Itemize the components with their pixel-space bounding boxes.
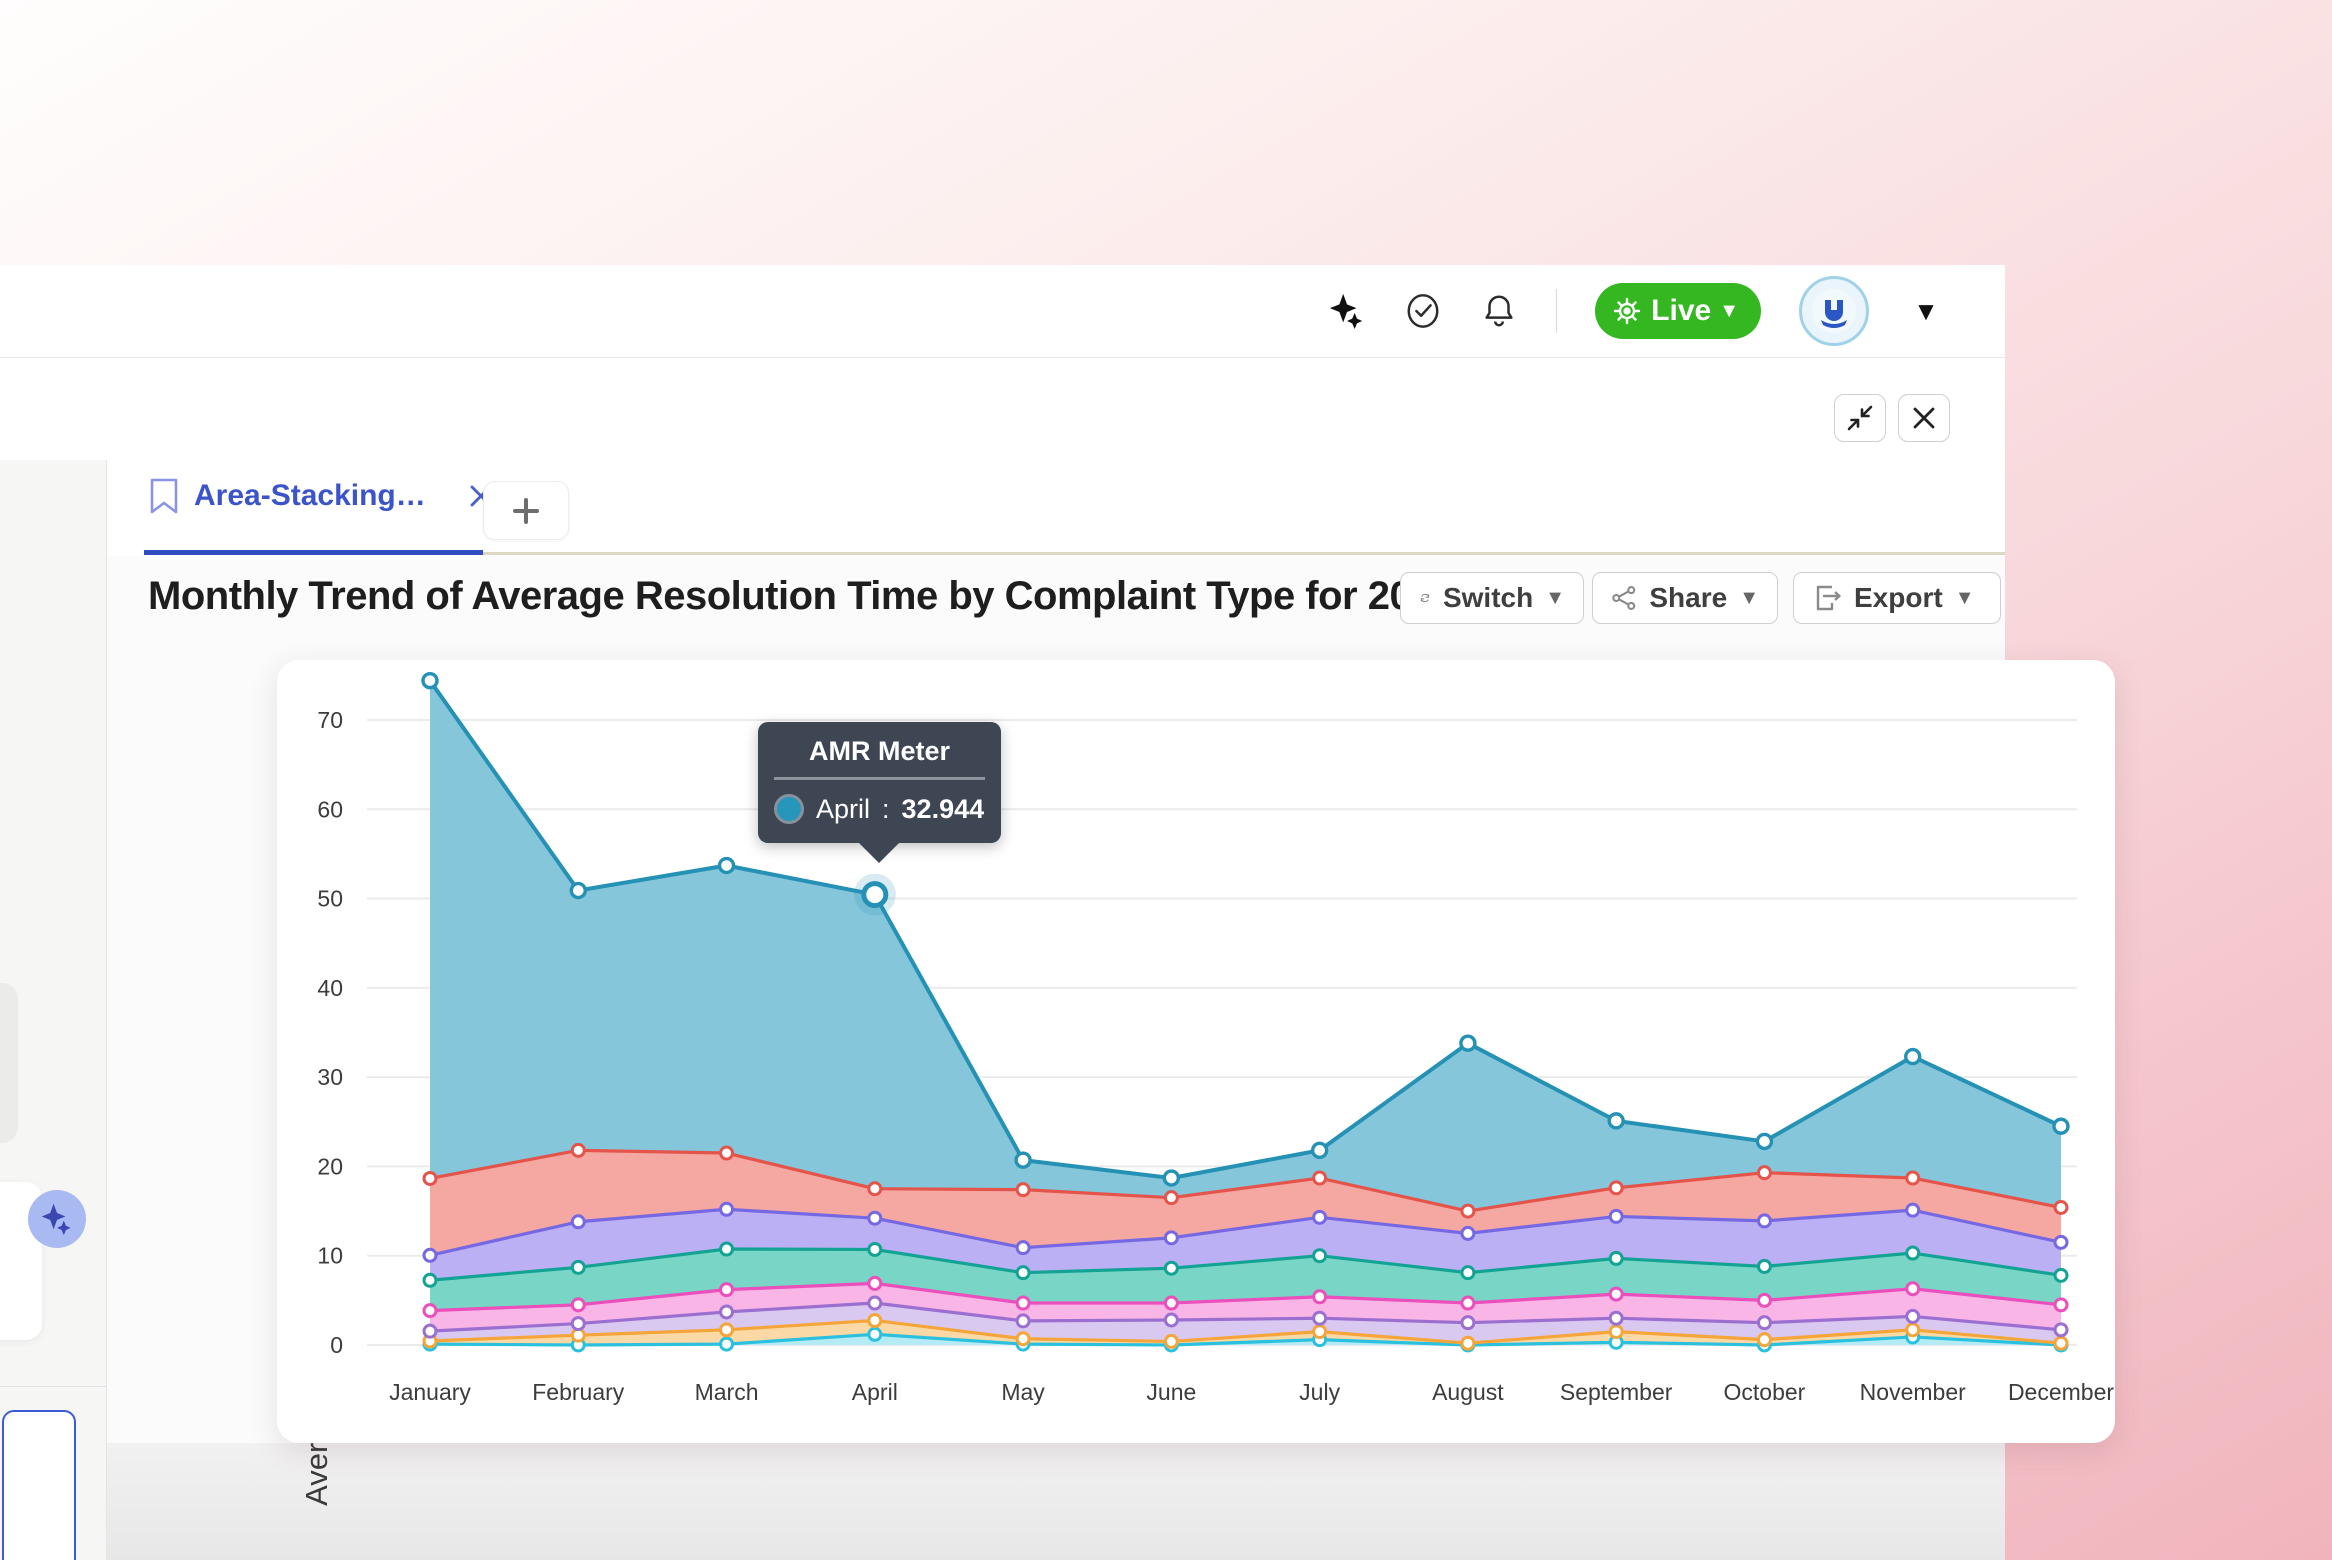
- svg-text:0: 0: [330, 1332, 343, 1358]
- account-caret-icon[interactable]: ▼: [1907, 292, 1945, 330]
- chart-card: 0 10 20 30 40 50 60 70 January February March April…: [277, 660, 2115, 1443]
- sidebar-collapsed-card: [0, 983, 18, 1143]
- svg-text:70: 70: [317, 707, 343, 733]
- chevron-down-icon: ▼: [1955, 587, 1975, 610]
- svg-text:20: 20: [317, 1153, 343, 1179]
- svg-text:July: July: [1299, 1379, 1340, 1405]
- svg-text:October: October: [1724, 1379, 1806, 1405]
- svg-text:50: 50: [317, 886, 343, 912]
- switch-label: Switch: [1443, 582, 1533, 614]
- tooltip-divider: [774, 777, 985, 780]
- chevron-down-icon: ▼: [1719, 300, 1739, 323]
- panel-header-bar: [0, 358, 2005, 461]
- switch-icon: [1419, 583, 1431, 613]
- svg-text:February: February: [532, 1379, 625, 1405]
- bookmark-icon: [148, 478, 180, 514]
- export-button[interactable]: Export ▼: [1793, 572, 2001, 624]
- share-button[interactable]: Share ▼: [1592, 572, 1778, 624]
- tabstrip-border: [483, 552, 2005, 555]
- tooltip-value: 32.944: [902, 794, 985, 825]
- screen: Live ▼ ▼: [0, 0, 2332, 1560]
- tab-label: Area-Stacking…: [194, 479, 426, 513]
- svg-text:May: May: [1001, 1379, 1045, 1405]
- svg-text:January: January: [389, 1379, 471, 1405]
- active-tab-underline: [144, 550, 483, 555]
- tab-strip: Area-Stacking…: [107, 460, 2005, 556]
- svg-text:April: April: [852, 1379, 898, 1405]
- svg-text:10: 10: [317, 1243, 343, 1269]
- plus-icon: [511, 496, 541, 526]
- svg-text:September: September: [1560, 1379, 1673, 1405]
- ai-sparkle-icon[interactable]: [1328, 292, 1366, 330]
- tooltip-x-label: April: [816, 794, 870, 825]
- add-tab-button[interactable]: [483, 481, 569, 540]
- svg-text:August: August: [1432, 1379, 1504, 1405]
- ai-sparkle-fab[interactable]: [28, 1190, 86, 1248]
- export-icon: [1812, 583, 1842, 613]
- svg-text:30: 30: [317, 1064, 343, 1090]
- live-button[interactable]: Live ▼: [1595, 283, 1761, 339]
- close-button[interactable]: [1898, 394, 1950, 442]
- lower-background-band: [107, 1443, 2005, 1560]
- gear-icon: [1611, 295, 1643, 327]
- share-label: Share: [1649, 582, 1727, 614]
- svg-text:November: November: [1860, 1379, 1966, 1405]
- header-divider: [1556, 289, 1557, 333]
- chart-tooltip: AMR Meter April : 32.944: [758, 722, 1001, 843]
- chat-input-box[interactable]: [2, 1410, 76, 1560]
- top-header-bar: Live ▼ ▼: [0, 265, 2005, 358]
- notifications-bell-icon[interactable]: [1480, 292, 1518, 330]
- svg-text:March: March: [695, 1379, 759, 1405]
- page-title: Monthly Trend of Average Resolution Time…: [148, 574, 1455, 619]
- collapse-button[interactable]: [1834, 394, 1886, 442]
- tab-area-stacking[interactable]: Area-Stacking…: [148, 478, 494, 514]
- stacked-area-chart[interactable]: 0 10 20 30 40 50 60 70 January February March April…: [277, 660, 2115, 1443]
- tooltip-series-title: AMR Meter: [758, 722, 1001, 767]
- chevron-down-icon: ▼: [1739, 587, 1759, 610]
- left-sidebar: [0, 460, 107, 1560]
- avatar[interactable]: [1799, 276, 1869, 346]
- svg-text:40: 40: [317, 975, 343, 1001]
- switch-button[interactable]: Switch ▼: [1400, 572, 1584, 624]
- share-icon: [1611, 583, 1637, 613]
- live-label: Live: [1651, 294, 1711, 328]
- svg-text:June: June: [1146, 1379, 1196, 1405]
- tooltip-series-dot: [774, 794, 804, 824]
- chevron-down-icon: ▼: [1545, 587, 1565, 610]
- svg-text:December: December: [2008, 1379, 2114, 1405]
- title-row: Monthly Trend of Average Resolution Time…: [148, 572, 2005, 632]
- export-label: Export: [1854, 582, 1943, 614]
- check-circle-icon[interactable]: [1404, 292, 1442, 330]
- sidebar-divider: [0, 1386, 106, 1387]
- svg-text:60: 60: [317, 796, 343, 822]
